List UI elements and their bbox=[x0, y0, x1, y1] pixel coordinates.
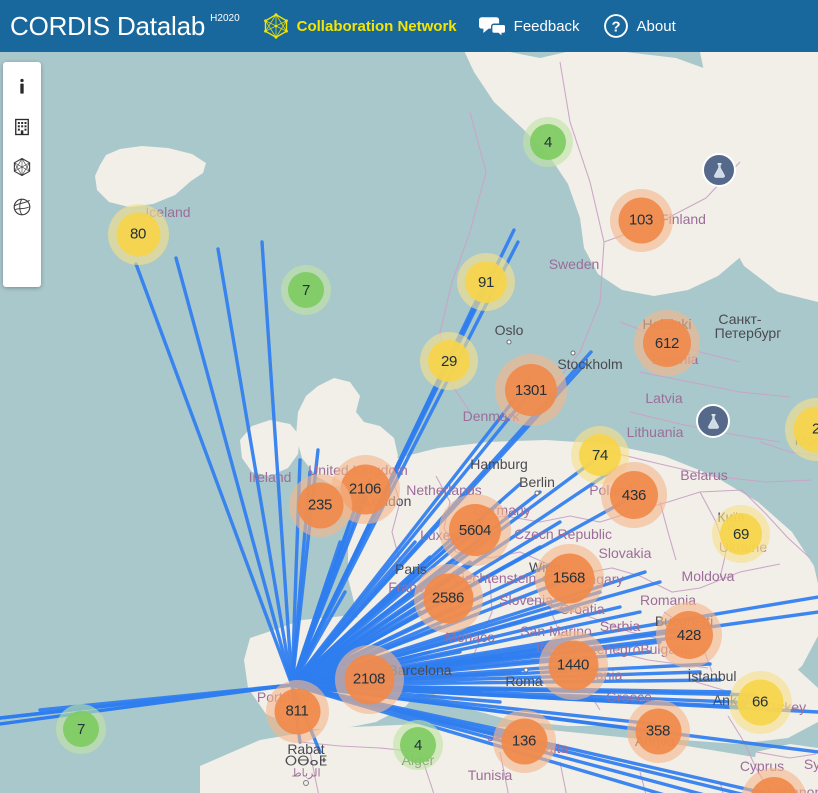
marker-core bbox=[643, 319, 691, 367]
nav-collaboration-network-label: Collaboration Network bbox=[296, 17, 457, 35]
marker-core bbox=[548, 640, 598, 690]
svg-text:?: ? bbox=[611, 20, 620, 36]
map-cluster-marker[interactable]: 91 bbox=[457, 253, 515, 311]
collaboration-link bbox=[174, 256, 294, 687]
map-cluster-marker[interactable]: 2108 bbox=[334, 644, 404, 714]
sidebar-item-info[interactable] bbox=[9, 74, 35, 100]
sidebar-item-network[interactable] bbox=[9, 154, 35, 180]
marker-core bbox=[720, 513, 762, 555]
marker-core bbox=[400, 727, 436, 763]
nav-collaboration-network[interactable]: Collaboration Network bbox=[262, 12, 457, 40]
brand[interactable]: CORDIS Datalab H2020 bbox=[10, 11, 240, 41]
marker-core bbox=[449, 504, 501, 556]
map-cluster-marker[interactable]: 136 bbox=[492, 709, 556, 773]
collaboration-link bbox=[0, 683, 294, 726]
map-cluster-marker[interactable]: 1301 bbox=[495, 354, 567, 426]
marker-core bbox=[665, 611, 713, 659]
app-root: CORDIS Datalab H2020 Collaboration Netwo… bbox=[0, 0, 818, 793]
collaboration-link bbox=[216, 247, 294, 687]
marker-core bbox=[530, 124, 566, 160]
marker-core bbox=[505, 364, 557, 416]
sidebar-item-globe[interactable] bbox=[9, 194, 35, 220]
marker-core bbox=[544, 553, 594, 603]
brand-title: CORDIS Datalab bbox=[10, 11, 206, 41]
nav-about-label: About bbox=[636, 17, 676, 35]
map-cluster-marker[interactable]: 1568 bbox=[534, 543, 604, 613]
map-cluster-marker[interactable]: 235 bbox=[288, 473, 352, 537]
question-circle-icon: ? bbox=[602, 12, 630, 40]
building-icon bbox=[15, 118, 29, 136]
marker-core bbox=[423, 573, 473, 623]
app-header: CORDIS Datalab H2020 Collaboration Netwo… bbox=[0, 0, 818, 52]
nav-feedback-label: Feedback bbox=[513, 17, 580, 35]
map-cluster-marker[interactable]: 612 bbox=[634, 310, 700, 376]
map-cluster-marker[interactable]: 7 bbox=[281, 265, 331, 315]
marker-core bbox=[63, 711, 99, 747]
hexagon-network-icon bbox=[262, 12, 290, 40]
map-cluster-marker[interactable]: 103 bbox=[609, 188, 673, 252]
map-canvas[interactable]: IcelandSwedenFinlandOsloHelsinkiСанкт-Пе… bbox=[0, 52, 818, 793]
nav-about[interactable]: ? About bbox=[602, 12, 676, 40]
marker-core bbox=[737, 679, 783, 725]
marker-core bbox=[297, 482, 343, 528]
map-cluster-marker[interactable]: 811 bbox=[265, 679, 329, 743]
map-cluster-marker[interactable]: 2586 bbox=[413, 563, 483, 633]
marker-core bbox=[116, 212, 160, 256]
marker-core bbox=[618, 197, 664, 243]
speech-bubbles-icon bbox=[478, 12, 507, 40]
marker-core bbox=[501, 718, 547, 764]
map-cluster-marker[interactable]: 4 bbox=[393, 720, 443, 770]
map-cluster-marker[interactable]: 4 bbox=[523, 117, 573, 167]
map-cluster-marker[interactable]: 428 bbox=[656, 602, 722, 668]
marker-core bbox=[428, 340, 470, 382]
brand-programme-label: H2020 bbox=[210, 13, 240, 24]
map-cluster-marker[interactable]: 66 bbox=[728, 670, 792, 734]
marker-core bbox=[465, 261, 507, 303]
map-cluster-marker[interactable]: 436 bbox=[601, 462, 667, 528]
flask-icon bbox=[713, 162, 725, 178]
marker-core bbox=[635, 708, 681, 754]
map-lab-poi-marker[interactable] bbox=[702, 153, 736, 187]
nav-feedback[interactable]: Feedback bbox=[478, 12, 580, 40]
map-cluster-marker[interactable]: 69 bbox=[712, 505, 770, 563]
hexagon-network-icon bbox=[13, 157, 31, 177]
info-icon bbox=[20, 78, 24, 94]
marker-core bbox=[274, 688, 320, 734]
map-cluster-marker[interactable]: 358 bbox=[626, 699, 690, 763]
marker-core bbox=[344, 654, 394, 704]
globe-icon bbox=[13, 198, 31, 216]
map-cluster-marker[interactable]: 5604 bbox=[439, 494, 511, 566]
map-cluster-marker[interactable]: 7 bbox=[56, 704, 106, 754]
map-cluster-marker[interactable]: 1440 bbox=[538, 630, 608, 700]
flask-icon bbox=[707, 413, 719, 429]
map-tool-sidebar bbox=[3, 62, 41, 287]
map-lab-poi-marker[interactable] bbox=[696, 404, 730, 438]
marker-core bbox=[610, 471, 658, 519]
map-cluster-marker[interactable]: 29 bbox=[420, 332, 478, 390]
marker-core bbox=[288, 272, 324, 308]
sidebar-item-organisations[interactable] bbox=[9, 114, 35, 140]
map-cluster-marker[interactable]: 80 bbox=[107, 203, 169, 265]
